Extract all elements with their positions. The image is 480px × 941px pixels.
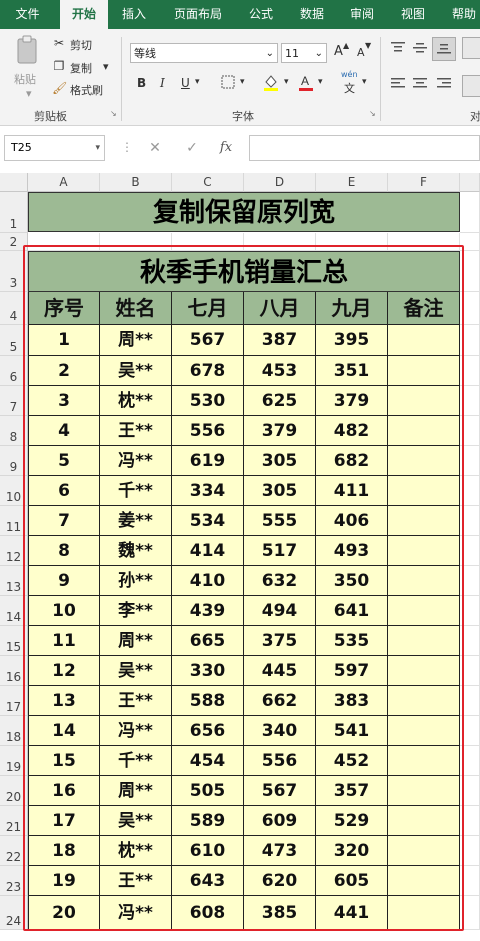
sheet-title-copy-width[interactable]: 复制保留原列宽 (28, 192, 460, 232)
column-header[interactable]: A (28, 173, 100, 192)
font-name-combo[interactable]: 等线 ⌄ (130, 43, 278, 63)
increase-font-size-button[interactable]: A (334, 44, 343, 59)
fill-color-dropdown-icon[interactable]: ▾ (284, 77, 289, 87)
row-number: 1 (9, 217, 18, 231)
name-box[interactable]: T25 ▾ (4, 135, 105, 161)
tab-file[interactable]: 文件 (0, 0, 55, 29)
cancel-icon[interactable]: ✕ (143, 135, 167, 161)
borders-icon[interactable] (220, 75, 236, 92)
tab-insert[interactable]: 插入 (112, 0, 156, 29)
wrap-text-icon[interactable] (462, 37, 480, 59)
formula-bar: T25 ▾ ⋮ ✕ ✓ fx (0, 126, 480, 174)
tab-review[interactable]: 审阅 (340, 0, 384, 29)
enter-icon[interactable]: ✓ (180, 135, 204, 161)
italic-button[interactable]: I (160, 76, 165, 90)
phonetic-dropdown-icon[interactable]: ▾ (362, 77, 367, 87)
font-group-label: 字体 (232, 110, 254, 123)
column-header[interactable]: D (244, 173, 316, 192)
tab-home[interactable]: 开始 (60, 0, 108, 30)
clipboard-launcher-icon[interactable]: ↘ (110, 109, 117, 118)
column-header[interactable]: F (388, 173, 460, 192)
font-color-icon[interactable]: A (298, 73, 314, 94)
formula-bar-divider-icon: ⋮ (121, 140, 133, 154)
clipboard-group-label: 剪贴板 (34, 110, 67, 123)
tab-data[interactable]: 数据 (290, 0, 334, 29)
copy-dropdown-icon[interactable]: ▾ (103, 60, 109, 73)
ribbon: 粘贴 ▾ ✂ 剪切 ❐ 复制 ▾ 🖌 格式刷 剪贴板 ↘ 等线 ⌄ 11 ⌄ A… (0, 29, 480, 126)
format-painter-button[interactable]: 格式刷 (70, 82, 103, 98)
align-center-icon[interactable] (412, 77, 428, 92)
underline-dropdown-icon[interactable]: ▾ (195, 77, 200, 87)
copy-button[interactable]: 复制 (70, 60, 92, 76)
borders-dropdown-icon[interactable]: ▾ (240, 77, 245, 87)
ribbon-tabs: 文件 开始 插入 页面布局 公式 数据 审阅 视图 帮助 (0, 0, 480, 30)
align-middle-icon[interactable] (412, 41, 428, 56)
font-launcher-icon[interactable]: ↘ (369, 109, 376, 118)
phonetic-guide-button[interactable]: wén (341, 70, 358, 79)
paste-dropdown-icon[interactable]: ▾ (26, 87, 32, 100)
paste-icon[interactable] (12, 35, 42, 67)
chevron-down-icon: ⌄ (265, 48, 274, 59)
underline-button[interactable]: U (181, 76, 190, 90)
chevron-down-icon: ⌄ (314, 48, 323, 59)
column-header[interactable]: C (172, 173, 244, 192)
formula-input[interactable] (249, 135, 480, 161)
chevron-down-icon: ▾ (95, 143, 100, 153)
bold-button[interactable]: B (137, 76, 146, 90)
cell[interactable] (460, 192, 480, 233)
select-all-button[interactable] (0, 173, 28, 192)
increase-arrow-icon: ▲ (343, 41, 350, 50)
row-header[interactable]: 1 (0, 192, 28, 233)
decrease-arrow-icon: ▼ (365, 41, 372, 50)
cut-icon[interactable]: ✂ (52, 36, 66, 50)
decrease-font-size-button[interactable]: A (357, 46, 365, 59)
paste-button[interactable]: 粘贴 (14, 71, 36, 87)
column-header[interactable] (460, 173, 480, 192)
alignment-group-label: 对 (470, 110, 480, 123)
name-box-value: T25 (11, 141, 32, 154)
column-header[interactable]: B (100, 173, 172, 192)
align-bottom-icon[interactable] (432, 37, 456, 61)
align-left-icon[interactable] (390, 77, 406, 92)
tab-page-layout[interactable]: 页面布局 (164, 0, 232, 29)
cut-button[interactable]: 剪切 (70, 37, 92, 53)
copy-range-highlight (23, 245, 464, 931)
align-right-icon[interactable] (436, 77, 452, 92)
font-name-value: 等线 (134, 47, 156, 60)
merge-center-icon[interactable] (462, 75, 480, 97)
font-size-value: 11 (285, 47, 299, 60)
format-painter-icon[interactable]: 🖌 (52, 81, 67, 95)
phonetic-guide-char: 文 (344, 82, 355, 95)
tab-help[interactable]: 帮助 (442, 0, 480, 29)
svg-text:A: A (301, 74, 309, 88)
copy-icon[interactable]: ❐ (52, 59, 66, 73)
insert-function-button[interactable]: fx (214, 135, 238, 161)
tab-view[interactable]: 视图 (390, 0, 436, 29)
align-top-icon[interactable] (390, 41, 406, 56)
ribbon-separator (121, 37, 122, 121)
ribbon-separator (380, 37, 381, 121)
column-header[interactable]: E (316, 173, 388, 192)
tab-formulas[interactable]: 公式 (238, 0, 284, 29)
font-size-combo[interactable]: 11 ⌄ (281, 43, 327, 63)
font-color-dropdown-icon[interactable]: ▾ (318, 77, 323, 87)
fill-color-icon[interactable] (262, 73, 280, 94)
